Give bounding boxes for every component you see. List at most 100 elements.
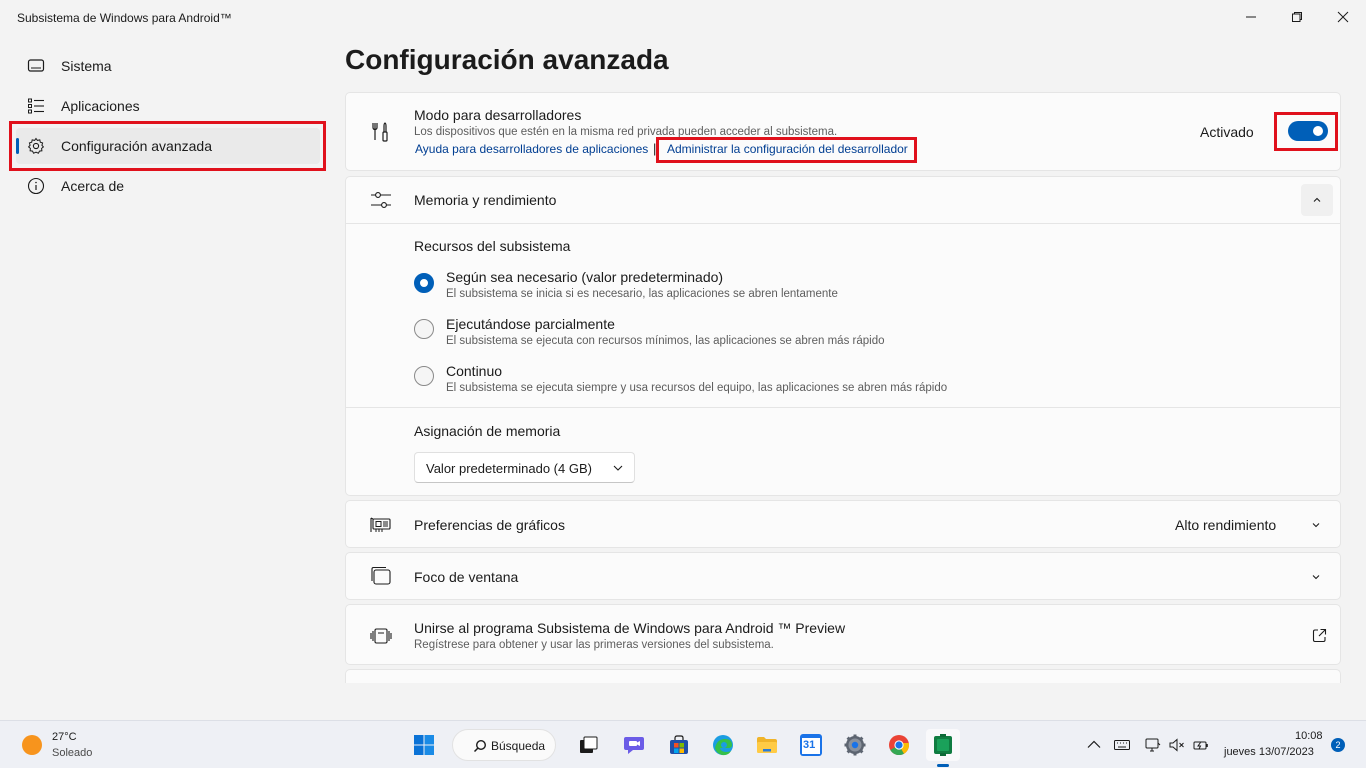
- toggle-status-label: Activado: [1200, 124, 1254, 140]
- preview-program-title: Unirse al programa Subsistema de Windows…: [414, 620, 846, 636]
- chevron-up-icon[interactable]: [1086, 737, 1102, 753]
- chat-button[interactable]: [617, 729, 651, 761]
- start-button[interactable]: [407, 729, 441, 761]
- graphics-preferences-card[interactable]: Preferencias de gráficos Alto rendimient…: [345, 500, 1341, 548]
- search-label: Búsqueda: [491, 739, 546, 753]
- graphics-preferences-value: Alto rendimiento: [1175, 517, 1277, 533]
- settings-button[interactable]: [838, 729, 872, 761]
- windows-logo-icon: [414, 735, 434, 755]
- edge-button[interactable]: [706, 729, 740, 761]
- volume-muted-icon[interactable]: [1169, 737, 1185, 753]
- list-icon: [28, 98, 44, 114]
- developer-mode-title: Modo para desarrolladores: [414, 107, 582, 123]
- chrome-icon: [889, 735, 910, 756]
- calendar-button[interactable]: 31: [794, 729, 828, 761]
- sidebar-item-sistema[interactable]: Sistema: [16, 48, 320, 84]
- file-explorer-button[interactable]: [750, 729, 784, 761]
- title-bar: Subsistema de Windows para Android™: [0, 0, 1366, 34]
- developer-help-link[interactable]: Ayuda para desarrolladores de aplicacion…: [415, 142, 648, 156]
- notification-badge[interactable]: 2: [1331, 738, 1345, 752]
- divider: [346, 407, 1340, 408]
- task-view-icon: [580, 736, 598, 753]
- chevron-up-icon: [1313, 197, 1321, 202]
- active-app-indicator: [937, 764, 949, 767]
- radio-as-needed[interactable]: [414, 273, 434, 293]
- notification-count: 2: [1335, 740, 1341, 750]
- radio-label: Ejecutándose parcialmente: [446, 316, 615, 332]
- sidebar-item-label: Configuración avanzada: [61, 138, 212, 154]
- memory-performance-card: Memoria y rendimiento Recursos del subsi…: [345, 176, 1341, 496]
- link-separator: |: [653, 141, 657, 156]
- taskbar: 27°C Soleado Búsqueda 31 10:08 jueves 13…: [0, 720, 1366, 768]
- sidebar-item-aplicaciones[interactable]: Aplicaciones: [16, 88, 320, 124]
- window-title: Subsistema de Windows para Android™: [17, 11, 232, 25]
- tools-icon: [372, 122, 388, 142]
- memory-allocation-dropdown[interactable]: Valor predeterminado (4 GB): [414, 452, 635, 483]
- weather-description[interactable]: Soleado: [52, 747, 92, 759]
- android-subsystem-icon: [934, 734, 952, 756]
- memory-allocation-heading: Asignación de memoria: [414, 423, 561, 439]
- minimize-button[interactable]: [1228, 0, 1274, 34]
- graphics-preferences-title: Preferencias de gráficos: [414, 517, 565, 533]
- chevron-down-icon: [613, 465, 623, 471]
- sidebar-item-configuracion-avanzada[interactable]: Configuración avanzada: [16, 128, 320, 164]
- dropdown-value: Valor predeterminado (4 GB): [426, 461, 592, 476]
- sidebar-item-acerca-de[interactable]: Acerca de: [16, 168, 320, 204]
- clock-time[interactable]: 10:08: [1295, 730, 1323, 742]
- store-button[interactable]: [662, 729, 696, 761]
- clock-date[interactable]: jueves 13/07/2023: [1224, 746, 1314, 758]
- window-focus-title: Foco de ventana: [414, 569, 519, 585]
- maximize-button[interactable]: [1274, 0, 1320, 34]
- collapse-button[interactable]: [1301, 184, 1333, 216]
- calendar-day: 31: [803, 739, 816, 751]
- settings-gear-icon: [844, 734, 866, 756]
- preview-program-card[interactable]: Unirse al programa Subsistema de Windows…: [345, 604, 1341, 665]
- next-card-partial: [345, 669, 1341, 683]
- radio-continuous[interactable]: [414, 366, 434, 386]
- sidebar-item-label: Aplicaciones: [61, 98, 140, 114]
- sliders-icon: [371, 192, 391, 208]
- sidebar-item-label: Sistema: [61, 58, 112, 74]
- task-view-button[interactable]: [571, 729, 605, 761]
- radio-partially-running[interactable]: [414, 319, 434, 339]
- developer-mode-card: Modo para desarrolladores Los dispositiv…: [345, 92, 1341, 171]
- folder-icon: [757, 737, 777, 753]
- close-button[interactable]: [1320, 0, 1366, 34]
- sun-icon[interactable]: [22, 735, 42, 755]
- sidebar-item-label: Acerca de: [61, 178, 125, 194]
- developer-mode-description: Los dispositivos que estén en la misma r…: [414, 126, 838, 138]
- chat-icon: [624, 737, 644, 754]
- weather-temperature[interactable]: 27°C: [52, 731, 77, 743]
- chevron-down-icon: [1312, 523, 1320, 528]
- divider: [346, 223, 1340, 224]
- radio-description: El subsistema se ejecuta con recursos mí…: [446, 335, 885, 347]
- window-focus-icon: [371, 566, 391, 585]
- store-icon: [670, 735, 688, 754]
- edge-icon: [713, 735, 733, 756]
- keyboard-icon[interactable]: [1114, 737, 1130, 753]
- battery-charging-icon[interactable]: [1193, 737, 1209, 753]
- radio-label: Según sea necesario (valor predeterminad…: [446, 269, 724, 285]
- calendar-icon: 31: [800, 734, 822, 756]
- preview-program-description: Regístrese para obtener y usar las prime…: [414, 639, 774, 651]
- manage-developer-settings-link[interactable]: Administrar la configuración del desarro…: [667, 142, 908, 156]
- wsa-app-button[interactable]: [926, 729, 960, 761]
- taskbar-search[interactable]: Búsqueda: [452, 729, 556, 761]
- close-icon: [1337, 11, 1349, 23]
- gear-icon: [27, 137, 45, 154]
- preview-program-icon: [370, 628, 392, 644]
- developer-mode-toggle[interactable]: [1288, 121, 1328, 141]
- monitor-icon: [27, 59, 45, 72]
- radio-description: El subsistema se ejecuta siempre y usa r…: [446, 382, 948, 394]
- restore-icon: [1292, 12, 1302, 22]
- window-focus-card[interactable]: Foco de ventana: [345, 552, 1341, 600]
- search-icon: [473, 739, 487, 753]
- external-link-icon: [1312, 628, 1327, 643]
- chrome-button[interactable]: [882, 729, 916, 761]
- radio-description: El subsistema se inicia si es necesario,…: [446, 288, 838, 300]
- network-icon[interactable]: [1145, 737, 1161, 753]
- minimize-icon: [1246, 16, 1256, 18]
- graphics-card-icon: [370, 517, 391, 532]
- memory-performance-title: Memoria y rendimiento: [414, 192, 557, 208]
- resources-heading: Recursos del subsistema: [414, 238, 571, 254]
